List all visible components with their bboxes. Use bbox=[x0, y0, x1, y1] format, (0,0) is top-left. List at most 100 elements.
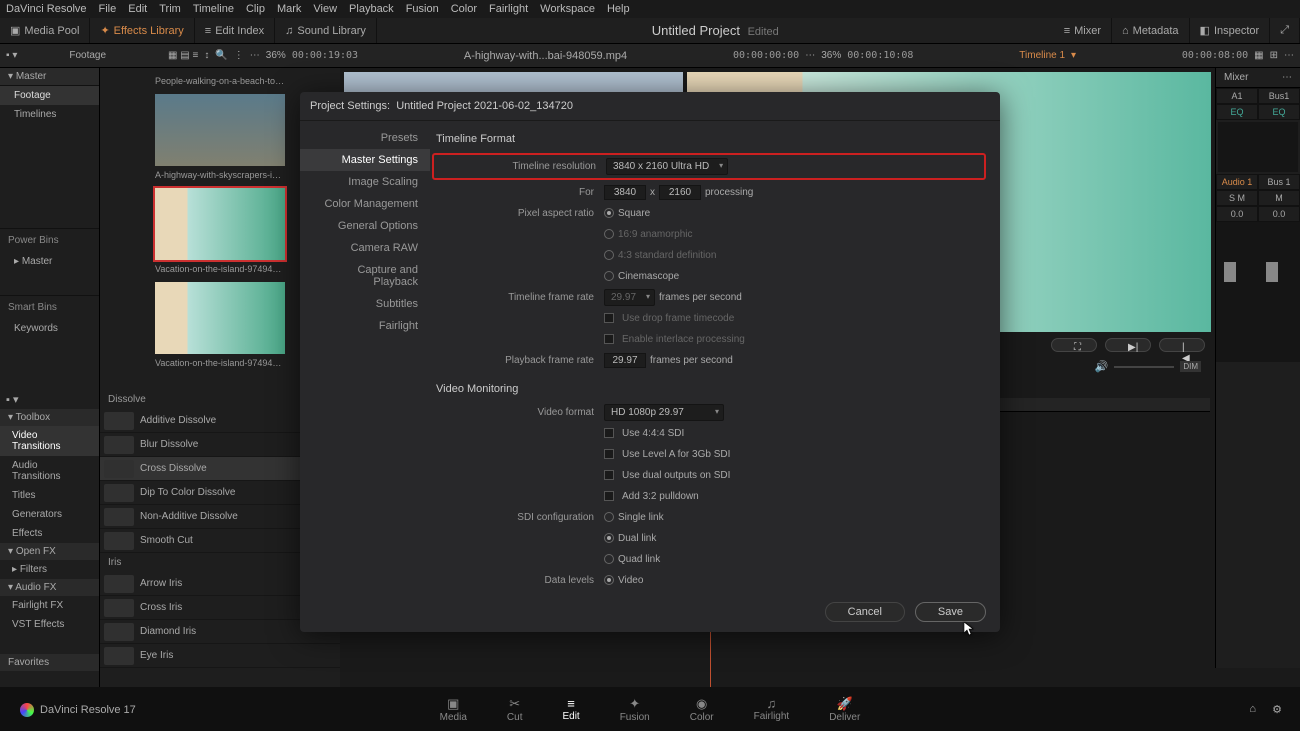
menu-color[interactable]: Color bbox=[451, 3, 477, 15]
view-icons[interactable]: ▦ ▤ ≡ bbox=[168, 50, 198, 61]
keywords-bin[interactable]: Keywords bbox=[0, 319, 99, 338]
expand-icon[interactable]: ⤢ bbox=[1270, 18, 1300, 43]
sort-icon[interactable]: ↕ bbox=[204, 50, 209, 61]
menu-view[interactable]: View bbox=[313, 3, 337, 15]
fx-audio-trans[interactable]: Audio Transitions bbox=[0, 456, 99, 486]
audiofx-h[interactable]: ▾ Audio FX bbox=[0, 579, 99, 596]
cat-camera-raw[interactable]: Camera RAW bbox=[300, 237, 430, 259]
cat-master-settings[interactable]: Master Settings bbox=[300, 149, 430, 171]
gear-icon[interactable]: ⚙ bbox=[1272, 703, 1282, 716]
first-icon[interactable]: |◀ bbox=[1159, 338, 1205, 352]
menu-app[interactable]: DaVinci Resolve bbox=[6, 3, 87, 15]
cat-subtitles[interactable]: Subtitles bbox=[300, 293, 430, 315]
menu-clip[interactable]: Clip bbox=[246, 3, 265, 15]
full-icon[interactable]: ⛶ bbox=[1051, 338, 1097, 352]
fx-vst[interactable]: VST Effects bbox=[0, 615, 99, 634]
power-bins[interactable]: Power Bins bbox=[0, 228, 99, 252]
timelines-bin[interactable]: Timelines bbox=[0, 105, 99, 124]
fx-generators[interactable]: Generators bbox=[0, 505, 99, 524]
menu-trim[interactable]: Trim bbox=[159, 3, 181, 15]
dualout-check[interactable] bbox=[604, 470, 614, 480]
cat-fairlight[interactable]: Fairlight bbox=[300, 315, 430, 337]
favorites-h[interactable]: Favorites bbox=[0, 654, 99, 671]
bin-dropdown[interactable]: ▪ ▾ bbox=[6, 50, 17, 61]
menu-help[interactable]: Help bbox=[607, 3, 630, 15]
sdi-quad[interactable]: Quad link bbox=[604, 554, 660, 565]
width-field[interactable]: 3840 bbox=[604, 185, 646, 200]
clip-thumb[interactable] bbox=[155, 282, 285, 354]
cat-color-mgmt[interactable]: Color Management bbox=[300, 193, 430, 215]
playback-fr-field[interactable]: 29.97 bbox=[604, 353, 646, 368]
save-button[interactable]: Save bbox=[915, 602, 986, 622]
media-pool-toggle[interactable]: ▣Media Pool bbox=[0, 18, 90, 43]
menu-edit[interactable]: Edit bbox=[128, 3, 147, 15]
ch-bus1[interactable]: Bus1 bbox=[1258, 88, 1300, 104]
smart-bins[interactable]: Smart Bins bbox=[0, 295, 99, 319]
fx-effects[interactable]: Effects bbox=[0, 524, 99, 543]
menu-mark[interactable]: Mark bbox=[277, 3, 301, 15]
par-cinemascope[interactable]: Cinemascope bbox=[604, 271, 679, 282]
add32-check[interactable] bbox=[604, 491, 614, 501]
page-media[interactable]: ▣Media bbox=[440, 696, 467, 723]
page-deliver[interactable]: 🚀Deliver bbox=[829, 696, 860, 723]
cat-image-scaling[interactable]: Image Scaling bbox=[300, 171, 430, 193]
timeline-name[interactable]: Timeline 1 bbox=[1019, 50, 1065, 61]
menu-playback[interactable]: Playback bbox=[349, 3, 394, 15]
toolbox-h[interactable]: ▾ Toolbox bbox=[0, 409, 99, 426]
ch-a1[interactable]: A1 bbox=[1216, 88, 1258, 104]
edit-index-toggle[interactable]: ≡Edit Index bbox=[195, 18, 275, 43]
effects-library-toggle[interactable]: ✦Effects Library bbox=[90, 18, 194, 43]
home-icon[interactable]: ⌂ bbox=[1249, 703, 1256, 715]
track-audio1[interactable]: Audio 1 bbox=[1216, 174, 1258, 190]
menu-workspace[interactable]: Workspace bbox=[540, 3, 595, 15]
menu-fusion[interactable]: Fusion bbox=[406, 3, 439, 15]
tl-zoom[interactable]: 36% bbox=[821, 50, 841, 61]
sdi-single[interactable]: Single link bbox=[604, 512, 664, 523]
page-cut[interactable]: ✂Cut bbox=[507, 696, 523, 723]
dim-button[interactable]: DIM bbox=[1180, 361, 1201, 372]
page-fairlight[interactable]: ♫Fairlight bbox=[754, 696, 790, 722]
dl-video[interactable]: Video bbox=[604, 575, 643, 586]
volume-slider[interactable] bbox=[1114, 366, 1174, 368]
metadata-toggle[interactable]: ⌂Metadata bbox=[1112, 18, 1190, 43]
eq-a1[interactable]: EQ bbox=[1216, 104, 1258, 120]
cat-presets[interactable]: Presets bbox=[300, 127, 430, 149]
menu-file[interactable]: File bbox=[99, 3, 117, 15]
page-edit[interactable]: ≡Edit bbox=[562, 696, 579, 722]
track-bus1[interactable]: Bus 1 bbox=[1258, 174, 1300, 190]
power-master[interactable]: ▸ Master bbox=[0, 252, 99, 271]
search-icon[interactable]: 🔍 bbox=[215, 50, 227, 61]
fader[interactable] bbox=[1224, 262, 1236, 282]
src-clip-name[interactable]: A-highway-with...bai-948059.mp4 bbox=[464, 50, 627, 62]
footage-bin[interactable]: Footage bbox=[0, 86, 99, 105]
sound-library-toggle[interactable]: ♫Sound Library bbox=[275, 18, 377, 43]
video-format-dropdown[interactable]: HD 1080p 29.97 bbox=[604, 404, 724, 421]
speaker-icon[interactable]: 🔊 bbox=[1095, 360, 1109, 373]
menu-fairlight[interactable]: Fairlight bbox=[489, 3, 528, 15]
timeline-resolution-dropdown[interactable]: 3840 x 2160 Ultra HD bbox=[606, 158, 728, 175]
menu-timeline[interactable]: Timeline bbox=[193, 3, 234, 15]
clip-thumb-selected[interactable] bbox=[155, 188, 285, 260]
page-color[interactable]: ◉Color bbox=[690, 696, 714, 723]
fx-item[interactable]: Eye Iris bbox=[100, 644, 340, 668]
master-bin[interactable]: ▾ Master bbox=[0, 68, 99, 86]
fx-filters[interactable]: ▸ Filters bbox=[0, 560, 99, 579]
cat-general[interactable]: General Options bbox=[300, 215, 430, 237]
last-icon[interactable]: ▶| bbox=[1105, 338, 1151, 352]
cat-capture[interactable]: Capture and Playback bbox=[300, 259, 430, 293]
src-zoom[interactable]: 36% bbox=[266, 50, 286, 61]
eq-bus1[interactable]: EQ bbox=[1258, 104, 1300, 120]
sdi-dual[interactable]: Dual link bbox=[604, 533, 656, 544]
clip-thumb[interactable] bbox=[155, 94, 285, 166]
height-field[interactable]: 2160 bbox=[659, 185, 701, 200]
cancel-button[interactable]: Cancel bbox=[825, 602, 905, 622]
use444-check[interactable] bbox=[604, 428, 614, 438]
par-square[interactable]: Square bbox=[604, 208, 650, 219]
fx-fairlight[interactable]: Fairlight FX bbox=[0, 596, 99, 615]
inspector-toggle[interactable]: ◧Inspector bbox=[1190, 18, 1271, 43]
page-fusion[interactable]: ✦Fusion bbox=[620, 696, 650, 723]
levela-check[interactable] bbox=[604, 449, 614, 459]
fx-titles[interactable]: Titles bbox=[0, 486, 99, 505]
mixer-toggle[interactable]: ≡Mixer bbox=[1054, 18, 1112, 43]
openfx-h[interactable]: ▾ Open FX bbox=[0, 543, 99, 560]
